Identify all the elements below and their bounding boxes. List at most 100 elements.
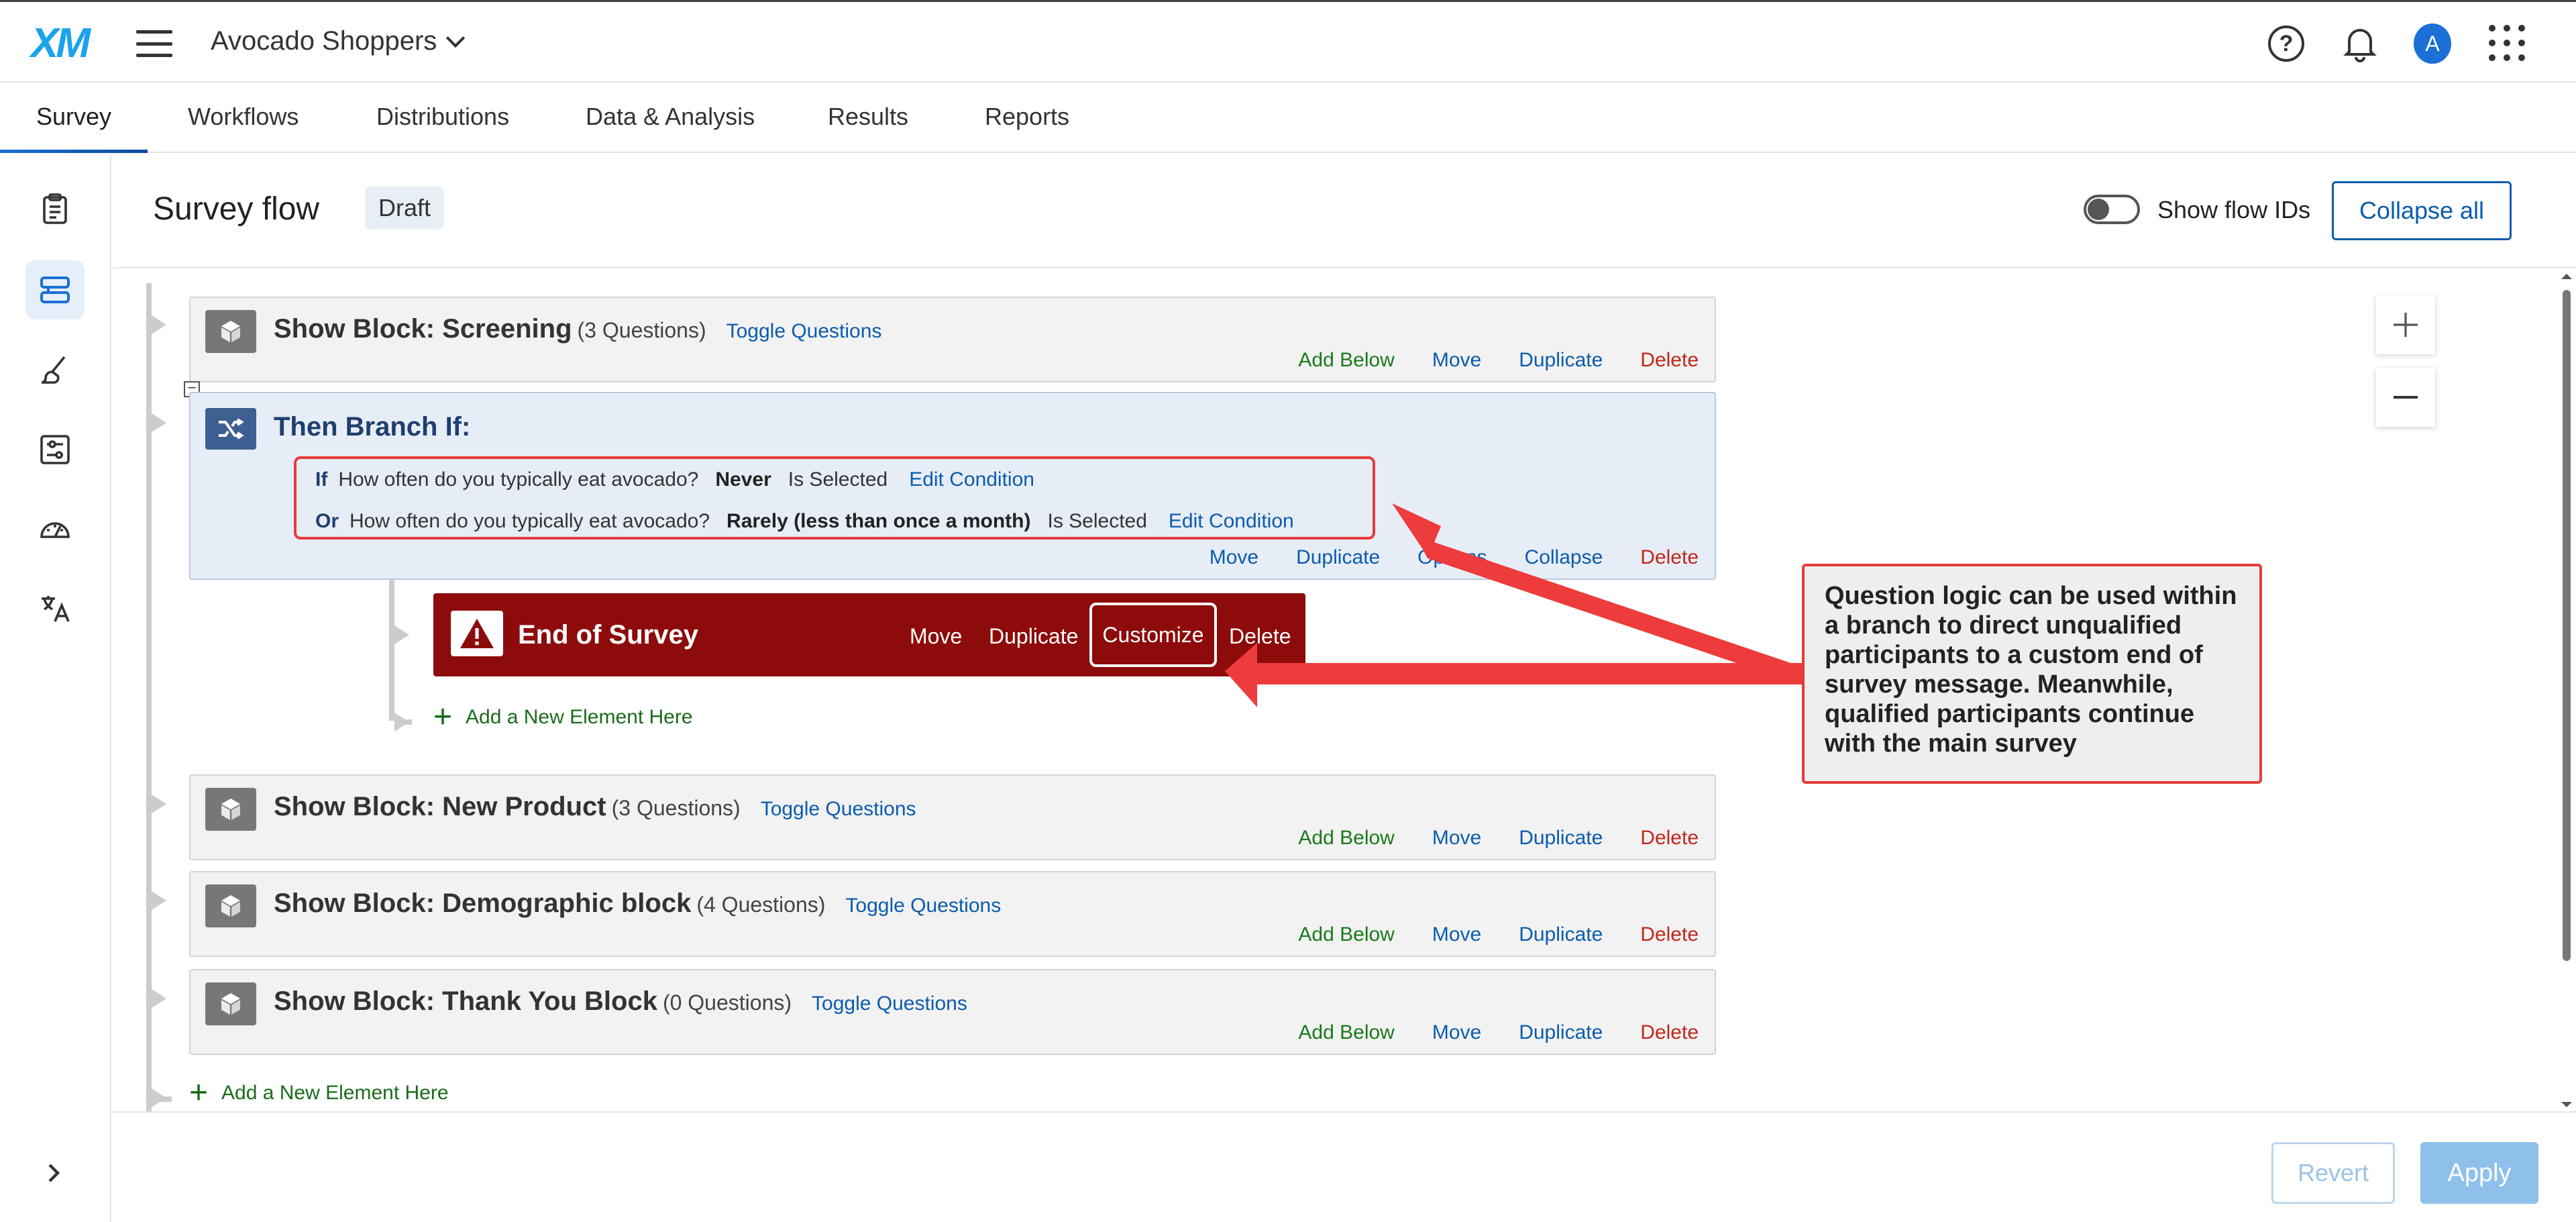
avatar[interactable]: A xyxy=(2414,23,2451,64)
flow-arrow xyxy=(152,315,166,334)
add-below-button[interactable]: Add Below xyxy=(1298,1021,1394,1044)
toggle-questions-link[interactable]: Toggle Questions xyxy=(761,798,916,820)
block-cube-icon xyxy=(205,982,256,1025)
move-button[interactable]: Move xyxy=(910,624,962,649)
warning-icon xyxy=(451,611,503,656)
page-title: Survey flow xyxy=(153,191,320,227)
duplicate-button[interactable]: Duplicate xyxy=(1519,923,1603,946)
menu-icon[interactable] xyxy=(136,30,172,57)
block-cube-icon xyxy=(205,310,256,353)
survey-flow-icon[interactable] xyxy=(25,260,85,319)
paintbrush-icon[interactable] xyxy=(25,341,85,400)
branch-actions: Move Duplicate Options Collapse Delete xyxy=(1172,546,1699,569)
bell-icon[interactable] xyxy=(2341,25,2379,62)
add-below-button[interactable]: Add Below xyxy=(1298,827,1394,850)
flow-arrow xyxy=(152,413,166,432)
block-actions: Add Below Move Duplicate Delete xyxy=(1260,1021,1699,1044)
show-flow-ids-label: Show flow IDs xyxy=(2157,196,2311,223)
block-title: Show Block: Thank You Block (0 Questions)… xyxy=(274,986,967,1016)
move-button[interactable]: Move xyxy=(1432,1021,1481,1044)
branch-element[interactable]: Then Branch If: If How often do you typic… xyxy=(189,392,1716,580)
block-demographic[interactable]: Show Block: Demographic block (4 Question… xyxy=(189,871,1716,957)
project-selector[interactable]: Avocado Shoppers xyxy=(211,26,466,56)
options-icon[interactable] xyxy=(25,420,85,479)
block-cube-icon xyxy=(205,788,256,831)
scroll-thumb[interactable] xyxy=(2563,290,2571,961)
delete-button[interactable]: Delete xyxy=(1229,624,1291,649)
tab-data-analysis[interactable]: Data & Analysis xyxy=(586,103,755,131)
move-button[interactable]: Move xyxy=(1432,923,1481,946)
tab-workflows[interactable]: Workflows xyxy=(188,103,299,131)
delete-button[interactable]: Delete xyxy=(1640,827,1699,850)
branch-conditions: If How often do you typically eat avocado… xyxy=(294,456,1375,540)
block-title: Show Block: New Product (3 Questions) Togg… xyxy=(274,792,916,821)
add-element-main[interactable]: + Add a New Element Here xyxy=(189,1075,449,1111)
zoom-out-button[interactable] xyxy=(2376,368,2435,427)
duplicate-button[interactable]: Duplicate xyxy=(989,624,1078,649)
end-of-survey-element[interactable]: End of Survey Move Duplicate Customize D… xyxy=(433,593,1305,676)
block-new-product[interactable]: Show Block: New Product (3 Questions) Togg… xyxy=(189,774,1716,860)
zoom-in-button[interactable] xyxy=(2376,295,2435,354)
annotation-callout: Question logic can be used within a bran… xyxy=(1802,564,2262,784)
tab-reports[interactable]: Reports xyxy=(985,103,1069,131)
flow-connector xyxy=(394,719,412,725)
translate-icon[interactable] xyxy=(25,578,85,638)
block-thank-you[interactable]: Show Block: Thank You Block (0 Questions)… xyxy=(189,969,1716,1055)
clipboard-icon[interactable] xyxy=(25,180,85,239)
tab-distributions[interactable]: Distributions xyxy=(376,103,509,131)
options-button[interactable]: Options xyxy=(1417,546,1487,569)
customize-button[interactable]: Customize xyxy=(1089,603,1217,667)
chevron-right-icon[interactable] xyxy=(40,1160,67,1186)
flow-arrow xyxy=(394,625,409,644)
gauge-icon[interactable] xyxy=(25,499,85,558)
flow-connector xyxy=(389,580,394,721)
plus-icon: + xyxy=(189,1075,209,1111)
plus-icon: + xyxy=(433,699,453,735)
active-tab-indicator xyxy=(0,150,148,153)
delete-button[interactable]: Delete xyxy=(1640,923,1699,946)
edit-condition-link[interactable]: Edit Condition xyxy=(909,468,1034,491)
left-rail xyxy=(0,154,111,1222)
flow-arrow xyxy=(152,891,166,910)
end-of-survey-title: End of Survey xyxy=(518,620,698,650)
tab-survey[interactable]: Survey xyxy=(36,103,111,131)
flow-connector xyxy=(146,283,152,1111)
xm-logo[interactable]: XM xyxy=(31,19,91,67)
status-badge: Draft xyxy=(365,187,445,230)
delete-button[interactable]: Delete xyxy=(1640,349,1699,372)
duplicate-button[interactable]: Duplicate xyxy=(1519,349,1603,372)
collapse-button[interactable]: Collapse xyxy=(1525,546,1603,569)
show-flow-ids-toggle[interactable] xyxy=(2084,195,2140,224)
block-title: Show Block: Screening (3 Questions) Toggle… xyxy=(274,314,882,344)
apps-grid-icon[interactable] xyxy=(2489,25,2525,61)
toggle-questions-link[interactable]: Toggle Questions xyxy=(845,895,1001,917)
delete-button[interactable]: Delete xyxy=(1640,1021,1699,1044)
move-button[interactable]: Move xyxy=(1210,546,1258,569)
tab-results[interactable]: Results xyxy=(828,103,908,131)
apply-button[interactable]: Apply xyxy=(2420,1142,2538,1204)
flow-connector xyxy=(152,1097,172,1102)
block-cube-icon xyxy=(205,884,256,927)
canvas-scrollbar[interactable] xyxy=(2557,270,2576,1111)
delete-button[interactable]: Delete xyxy=(1640,546,1699,569)
block-actions: Add Below Move Duplicate Delete xyxy=(1260,827,1699,850)
move-button[interactable]: Move xyxy=(1432,349,1481,372)
block-title: Show Block: Demographic block (4 Question… xyxy=(274,888,1002,918)
edit-condition-link[interactable]: Edit Condition xyxy=(1169,510,1294,532)
duplicate-button[interactable]: Duplicate xyxy=(1519,827,1603,850)
move-button[interactable]: Move xyxy=(1432,827,1481,850)
add-element-nested[interactable]: + Add a New Element Here xyxy=(433,699,693,735)
toggle-questions-link[interactable]: Toggle Questions xyxy=(727,320,882,342)
duplicate-button[interactable]: Duplicate xyxy=(1296,546,1380,569)
toggle-questions-link[interactable]: Toggle Questions xyxy=(812,992,967,1015)
add-below-button[interactable]: Add Below xyxy=(1298,923,1394,946)
block-screening[interactable]: Show Block: Screening (3 Questions) Toggle… xyxy=(189,297,1716,383)
add-below-button[interactable]: Add Below xyxy=(1298,349,1394,372)
block-actions: Add Below Move Duplicate Delete xyxy=(1260,923,1699,946)
footer-bar: Revert Apply xyxy=(113,1111,2576,1222)
chevron-down-icon xyxy=(446,28,466,48)
help-icon[interactable]: ? xyxy=(2267,25,2305,62)
duplicate-button[interactable]: Duplicate xyxy=(1519,1021,1603,1044)
collapse-all-button[interactable]: Collapse all xyxy=(2332,181,2512,240)
revert-button[interactable]: Revert xyxy=(2271,1142,2395,1204)
